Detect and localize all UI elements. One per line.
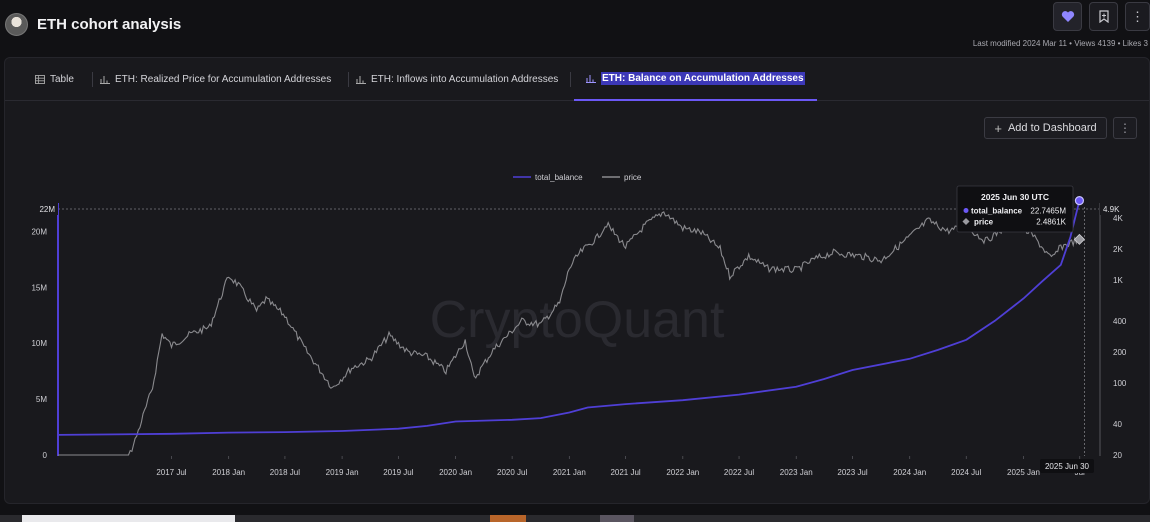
x-tick-label: 2022 Jul	[724, 468, 754, 477]
right-axis-ticks: 20 40 100 200 400 1K 2K 4K	[1113, 214, 1127, 460]
chart-watermark: CryptoQuant	[430, 291, 725, 349]
right-tick-label: 100	[1113, 379, 1127, 388]
x-tick-label: 2024 Jan	[893, 468, 926, 477]
more-options-button[interactable]: ⋮	[1125, 2, 1150, 31]
right-tick-label: 200	[1113, 348, 1127, 357]
tooltip-balance-swatch	[963, 208, 969, 213]
left-tick-label: 0	[43, 451, 48, 460]
right-tick-label: 4K	[1113, 214, 1123, 223]
taskbar-search-box[interactable]	[22, 515, 235, 522]
bookmark-button[interactable]	[1089, 2, 1118, 31]
right-tick-label: 20	[1113, 451, 1122, 460]
avatar[interactable]	[5, 13, 28, 36]
heart-icon	[1061, 11, 1074, 22]
left-axis-ticks: 0 5M 10M 15M 20M	[31, 227, 47, 460]
tooltip-price-value: 2.4861K	[1036, 218, 1066, 227]
left-tick-label: 20M	[31, 227, 47, 236]
right-tick-label: 2K	[1113, 245, 1123, 254]
x-tick-label: 2019 Jul	[383, 468, 413, 477]
x-tick-label: 2020 Jul	[497, 468, 527, 477]
legend-label-balance[interactable]: total_balance	[535, 173, 583, 182]
page-title: ETH cohort analysis	[37, 16, 182, 33]
right-max-badge: 4.9K	[1100, 203, 1126, 215]
right-tick-label: 400	[1113, 317, 1127, 326]
x-tick-label: 2017 Jul	[156, 468, 186, 477]
taskbar-app-icon[interactable]	[490, 515, 526, 522]
x-tick-label: 2021 Jul	[610, 468, 640, 477]
kebab-icon: ⋮	[1131, 8, 1144, 24]
x-tick-label: 2018 Jan	[212, 468, 245, 477]
bookmark-plus-icon	[1098, 10, 1109, 23]
tooltip-balance-label: total_balance	[971, 207, 1023, 216]
x-tick-label: 2022 Jan	[666, 468, 699, 477]
total-balance-hover-point[interactable]	[1074, 196, 1085, 206]
like-button[interactable]	[1053, 2, 1082, 31]
right-max-label: 4.9K	[1103, 205, 1120, 214]
left-max-badge: 22M	[33, 203, 58, 215]
left-tick-label: 5M	[36, 395, 47, 404]
chart-legend: total_balance price	[513, 173, 642, 182]
chart: CryptoQuant total_balance price 0 5M 10M 15…	[31, 173, 1127, 477]
x-tick-label: 2018 Jul	[270, 468, 300, 477]
x-tick-label: 2024 Jul	[951, 468, 981, 477]
tooltip-date: 2025 Jun 30 UTC	[981, 192, 1049, 202]
chart-tooltip: 2025 Jun 30 UTC total_balance 22.7465M p…	[956, 185, 1074, 233]
page-meta: Last modified 2024 Mar 11 • Views 4139 •…	[972, 39, 1148, 48]
left-tick-label: 10M	[31, 339, 47, 348]
left-tick-label: 15M	[31, 283, 47, 292]
x-tick-label: 2021 Jan	[553, 468, 586, 477]
top-bar: ETH cohort analysis ⋮ Last modified 2024…	[0, 0, 1150, 57]
crosshair-date: 2025 Jun 30	[1045, 462, 1090, 471]
x-axis-ticks: 2017 Jul 2018 Jan 2018 Jul 2019 Jan 2019 Jul…	[156, 456, 1085, 477]
tooltip-price-label: price	[974, 218, 994, 227]
x-tick-label: 2025 Jan	[1007, 468, 1040, 477]
x-tick-label: 2023 Jan	[780, 468, 813, 477]
x-tick-label: 2019 Jan	[326, 468, 359, 477]
x-tick-label: 2020 Jan	[439, 468, 472, 477]
taskbar-app-icon[interactable]	[600, 515, 634, 522]
x-tick-label: 2023 Jul	[837, 468, 867, 477]
left-max-label: 22M	[39, 205, 55, 214]
tooltip-balance-value: 22.7465M	[1030, 207, 1066, 216]
right-tick-label: 40	[1113, 420, 1122, 429]
legend-label-price[interactable]: price	[624, 173, 642, 182]
crosshair-date-badge: 2025 Jun 30	[1040, 459, 1094, 473]
right-tick-label: 1K	[1113, 276, 1123, 285]
